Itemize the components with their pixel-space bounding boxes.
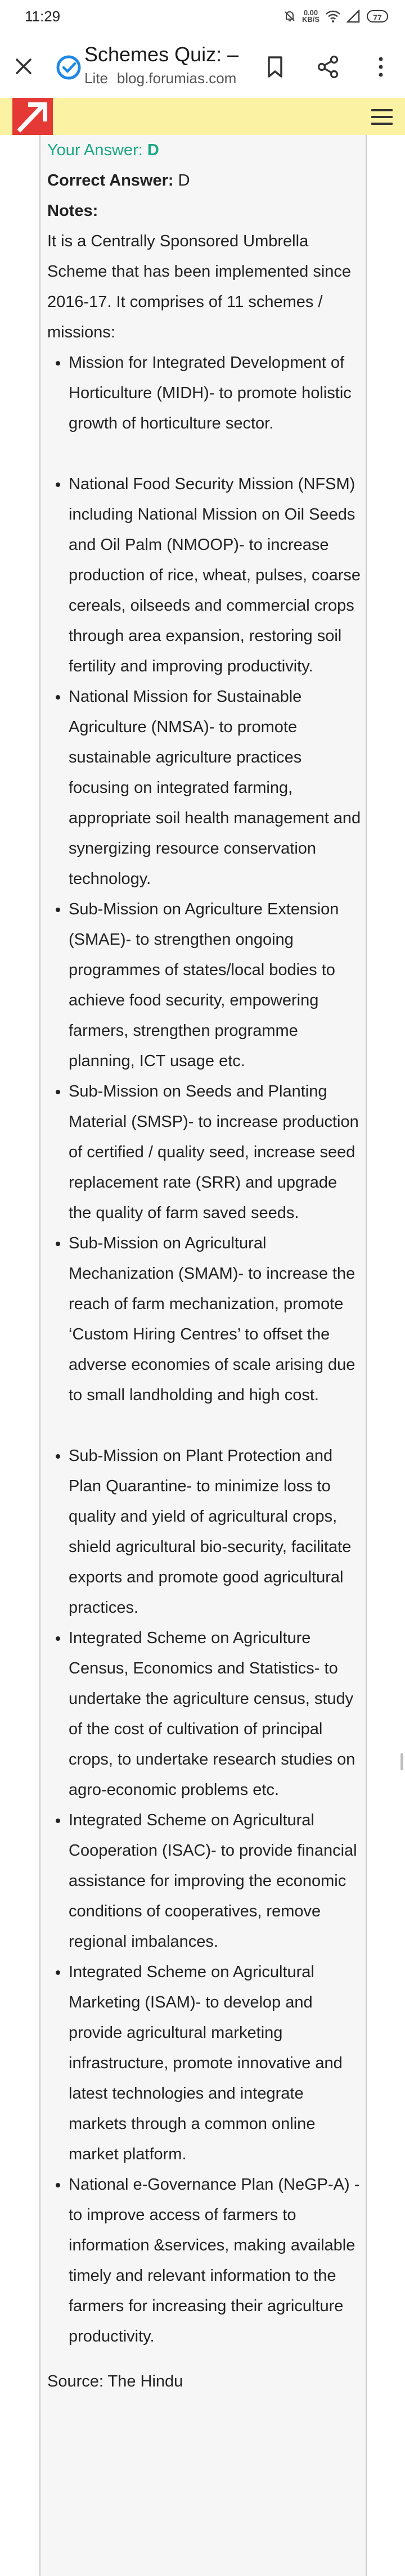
close-icon[interactable] <box>12 55 35 78</box>
list-item: Sub-Mission on Seeds and Planting Materi… <box>69 1076 362 1228</box>
wifi-icon <box>326 10 340 22</box>
signal-icon <box>346 10 360 23</box>
list-item: Sub-Mission on Plant Protection and Plan… <box>69 1441 362 1623</box>
scrollbar-thumb[interactable] <box>400 1753 403 1770</box>
notes-label: Notes: <box>47 202 98 220</box>
more-options-icon[interactable] <box>368 54 394 80</box>
list-item: National Food Security Mission (NFSM) in… <box>69 469 362 682</box>
correct-answer-value: D <box>178 172 190 190</box>
site-security-icon[interactable] <box>55 54 82 81</box>
list-item: National e-Governance Plan (NeGP-A) - to… <box>69 2169 362 2352</box>
network-speed: 0.00 KB/S <box>302 9 320 24</box>
logo-arrow-icon <box>17 102 47 133</box>
list-item: Integrated Scheme on Agriculture Census,… <box>69 1623 362 1805</box>
status-time: 11:29 <box>25 8 61 25</box>
site-logo[interactable] <box>12 98 53 135</box>
status-bar: 11:29 0.00 KB/S 77 <box>0 0 405 35</box>
your-answer: Your Answer: D <box>47 135 362 165</box>
browser-toolbar: Schemes Quiz: – ... Lite blog.forumias.c… <box>0 35 405 98</box>
page-domain: blog.forumias.com <box>116 70 237 87</box>
mute-icon <box>285 11 295 21</box>
mission-list: Mission for Integrated Development of Ho… <box>47 348 362 2352</box>
page-title[interactable]: Schemes Quiz: – ... <box>84 43 242 66</box>
list-item: Integrated Scheme on Agricultural Cooper… <box>69 1805 362 1957</box>
battery-icon: 77 <box>367 10 388 22</box>
notes-intro: It is a Centrally Sponsored Umbrella Sch… <box>47 232 352 341</box>
status-icons: 0.00 KB/S 77 <box>283 9 388 24</box>
speed-unit: KB/S <box>302 15 320 24</box>
source-credit: Source: The Hindu <box>47 2372 183 2390</box>
correct-answer: Correct Answer: D <box>47 165 362 196</box>
list-item: Sub-Mission on Agriculture Extension (SM… <box>69 894 362 1076</box>
your-answer-value: D <box>147 141 159 159</box>
list-item: Mission for Integrated Development of Ho… <box>69 348 362 439</box>
list-item: National Mission for Sustainable Agricul… <box>69 682 362 894</box>
your-answer-label: Your Answer: <box>47 141 143 159</box>
list-item: Integrated Scheme on Agricultural Market… <box>69 1957 362 2169</box>
hamburger-menu-icon[interactable] <box>371 109 393 126</box>
bookmark-icon[interactable] <box>262 54 288 80</box>
lite-badge: Lite <box>84 70 108 87</box>
share-icon[interactable] <box>315 54 341 80</box>
quiz-answer-card: Your Answer: D Correct Answer: D Notes: … <box>39 135 367 2576</box>
url-row[interactable]: Lite blog.forumias.com <box>84 70 236 87</box>
correct-answer-label: Correct Answer: <box>47 172 174 190</box>
list-item: Sub-Mission on Agricultural Mechanizatio… <box>69 1228 362 1410</box>
site-header <box>0 98 405 135</box>
